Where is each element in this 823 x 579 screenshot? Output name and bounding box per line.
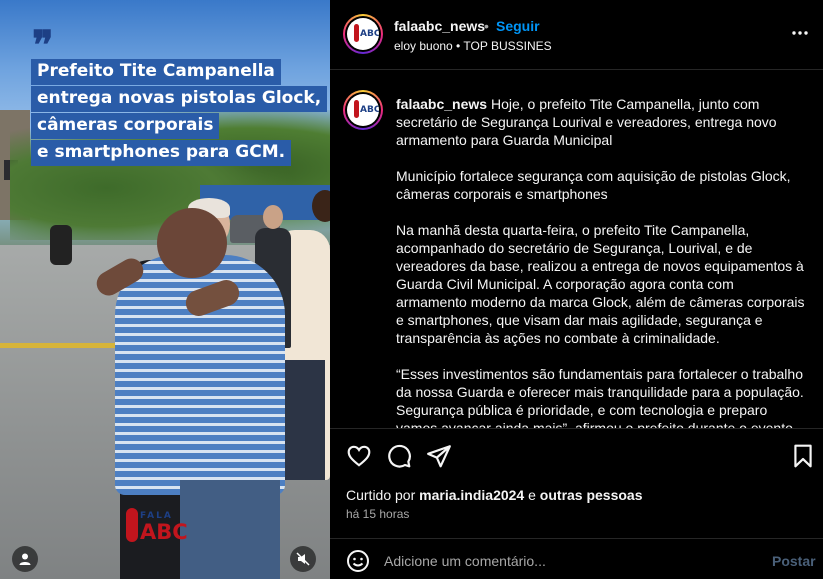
person-suit-pants	[285, 360, 325, 480]
liked-by-user[interactable]: maria.india2024	[419, 487, 524, 503]
comment-input[interactable]	[384, 547, 754, 575]
logo-text-bottom: ABC	[140, 520, 188, 544]
caption-paragraph: “Esses investimentos são fundamentais pa…	[396, 366, 804, 428]
post-actions: Curtido por maria.india2024 e outras pes…	[330, 428, 823, 538]
likes-prefix: Curtido por	[346, 487, 416, 503]
person-bald-head	[157, 208, 227, 278]
post-header: ABC falaabc_news • Seguir eloy buono • T…	[330, 0, 823, 70]
save-icon[interactable]	[790, 443, 816, 469]
heart-icon[interactable]	[346, 443, 372, 469]
comment-icon[interactable]	[386, 443, 412, 469]
caption-username[interactable]: falaabc_news	[396, 96, 487, 112]
follow-button[interactable]: Seguir	[496, 18, 540, 34]
header-subtitle[interactable]: eloy buono • TOP BUSSINES	[394, 39, 552, 53]
likes-connector: e	[528, 487, 536, 503]
avatar[interactable]: ABC	[343, 14, 383, 54]
header-separator: •	[484, 18, 489, 34]
headline-line: Prefeito Tite Campanella	[31, 59, 281, 85]
emoji-icon[interactable]	[346, 549, 370, 573]
post-media[interactable]: ❞ Prefeito Tite Campanella entrega novas…	[0, 0, 330, 579]
comment-bar: Postar	[330, 538, 823, 579]
caption-scroll-area[interactable]: ABC falaabc_news Hoje, o prefeito Tite C…	[330, 71, 823, 428]
post-caption: falaabc_news Hoje, o prefeito Tite Campa…	[396, 95, 808, 428]
post-details-panel: ABC falaabc_news • Seguir eloy buono • T…	[330, 0, 823, 579]
headline-line: e smartphones para GCM.	[31, 140, 292, 166]
headline-line: entrega novas pistolas Glock,	[31, 86, 328, 112]
likes-summary: Curtido por maria.india2024 e outras pes…	[346, 487, 643, 503]
caption-paragraph: Na manhã desta quarta-feira, o prefeito …	[396, 222, 805, 346]
microphone-icon	[126, 508, 138, 542]
post-comment-button[interactable]: Postar	[772, 553, 816, 569]
media-headline: Prefeito Tite Campanella entrega novas p…	[31, 59, 328, 167]
fala-abc-logo: FALA ABC	[126, 494, 196, 550]
background-motorcycle	[50, 225, 72, 265]
more-horizontal-icon[interactable]	[790, 22, 810, 42]
person-background-head	[263, 205, 283, 229]
header-username[interactable]: falaabc_news	[394, 18, 485, 34]
liked-others-link[interactable]: outras pessoas	[540, 487, 643, 503]
road-marking	[0, 343, 120, 348]
share-icon[interactable]	[426, 443, 452, 469]
caption-paragraph: Município fortalece segurança com aquisi…	[396, 168, 791, 202]
headline-line: câmeras corporais	[31, 113, 220, 139]
avatar[interactable]: ABC	[343, 90, 383, 130]
post-timestamp[interactable]: há 15 horas	[346, 507, 409, 521]
muted-speaker-icon[interactable]	[290, 546, 316, 572]
user-tag-icon[interactable]	[12, 546, 38, 572]
